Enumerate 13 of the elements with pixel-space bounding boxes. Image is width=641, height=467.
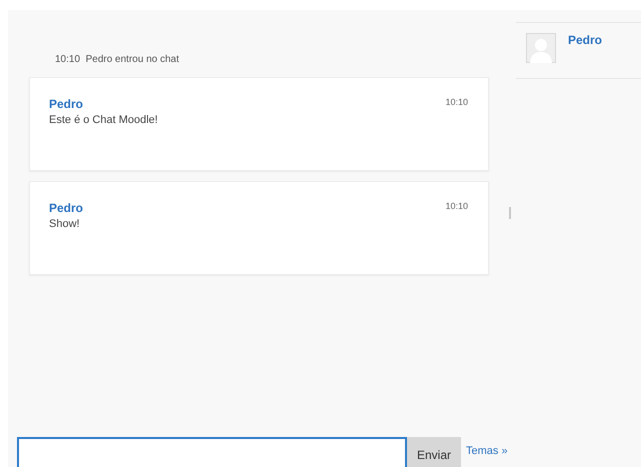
resize-handle[interactable] — [509, 207, 511, 219]
topics-link[interactable]: Temas » — [461, 437, 508, 467]
message-text: Este é o Chat Moodle! — [49, 114, 158, 126]
message-author: Pedro — [49, 201, 84, 215]
send-button[interactable]: Enviar — [407, 437, 462, 467]
system-message: 10:10 Pedro entrou no chat — [54, 54, 180, 65]
message-input[interactable] — [17, 437, 407, 467]
avatar-icon — [526, 33, 556, 63]
message-author: Pedro — [49, 97, 84, 111]
message-time: 10:10 — [445, 201, 468, 213]
user-list-item[interactable]: Pedro — [516, 22, 641, 79]
message-time: 10:10 — [445, 97, 468, 109]
message-text: Show! — [49, 218, 80, 230]
